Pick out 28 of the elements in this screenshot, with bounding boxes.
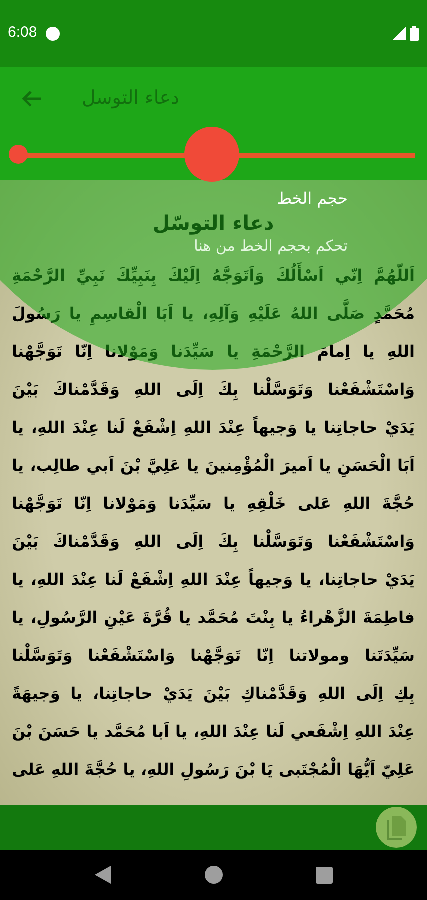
prayer-line: اَبَا الْحَسَنِ يا اَميرَ الْمُؤْمِنينَ يا عَلِيَّ بْنَ اَبي طالِب، يا xyxy=(12,447,415,485)
battery-icon xyxy=(410,26,419,41)
prayer-line: اللهِ يا اِمامَ الرَّحْمَةِ يا سَيِّدَنا وَمَوْلانا اِنّا تَوَجَّهْنا xyxy=(12,341,415,363)
prayer-title: دعاء التوسّل xyxy=(152,211,274,235)
status-time: 6:08 xyxy=(8,23,38,44)
prayer-line: مُحَمَّدٍ صَلَّى اللهُ عَلَيْهِ وَآلِهِ، يا اَبَا الْقاسِمِ يا رَسُولَ xyxy=(12,295,415,333)
prayer-line: يَدَيْ حاجاتِنا يا وَجيهاً عِنْدَ اللهِ اِشْفَعْ لَنا عِنْدَ اللهِ، يا xyxy=(12,415,415,439)
prayer-line: فاطِمَةَ الزَّهْراءُ يا بِنْتَ مُحَمَّد يا قُرَّةَ عَيْنِ الرَّسُولِ، يا xyxy=(12,599,415,637)
back-arrow-icon[interactable] xyxy=(22,90,42,108)
back-nav-icon[interactable] xyxy=(94,865,112,885)
prayer-line: حُجَّةَ اللهِ عَلى خَلْقِهِ يا سَيِّدَنا وَمَوْلانا اِنّا تَوَجَّهْنا xyxy=(12,485,415,523)
recents-nav-icon[interactable] xyxy=(316,866,333,884)
prayer-line: اَللّهُمَّ اِنّي اَسْأَلُكَ وَاَتَوَجَّهُ اِلَيْكَ بِنَبِيِّكَ نَبِيِّ الرَّحْمَةِ xyxy=(12,257,415,295)
prayer-line: عِنْدَ اللهِ اِشْفَعي لَنا عِنْدَ اللهِ، يا اَبا مُحَمَّد يا حَسَنَ بْنَ xyxy=(12,721,415,743)
prayer-line: عَلِيّ اَيُّهَا الْمُجْتَبى يَا بْنَ رَسُولِ اللهِ، يا حُجَّةَ اللهِ عَلى xyxy=(12,751,415,789)
tutorial-title: حجم الخط xyxy=(276,188,348,210)
home-nav-icon[interactable] xyxy=(204,866,223,884)
prayer-line: وَاسْتَشْفَعْنا وَتَوَسَّلْنا بِكَ اِلَى اللهِ وَقَدَّمْناكَ بَيْنَ xyxy=(12,523,415,561)
copy-button[interactable] xyxy=(376,807,417,848)
prayer-line: سَيِّدَتَنا ومولاتنا اِنّا تَوَجَّهْنا وَاسْتَشْفَعْنا وَتَوَسَّلْنا xyxy=(12,637,415,675)
signal-icon xyxy=(393,27,406,40)
prayer-line: بِكِ اِلَى اللهِ وَقَدَّمْناكِ بَيْنَ يَدَيْ حاجاتِنا، يا وَجيهَةً xyxy=(12,683,415,707)
tutorial-description: تحكم بحجم الخط من هنا xyxy=(194,236,348,256)
copy-icon xyxy=(386,814,408,840)
track-end-dot xyxy=(9,145,28,164)
prayer-line: وَاسْتَشْفَعْنا وَتَوَسَّلْنا بِكَ اِلَى اللهِ وَقَدَّمْناكَ بَيْنَ xyxy=(12,371,415,409)
prayer-line: يَدَيْ حاجاتِنا، يا وَجيهاً عِنْدَ اللهِ اِشْفَعْ لَنا عِنْدَ اللهِ، يا xyxy=(12,567,415,591)
notification-dot-icon xyxy=(45,26,62,42)
